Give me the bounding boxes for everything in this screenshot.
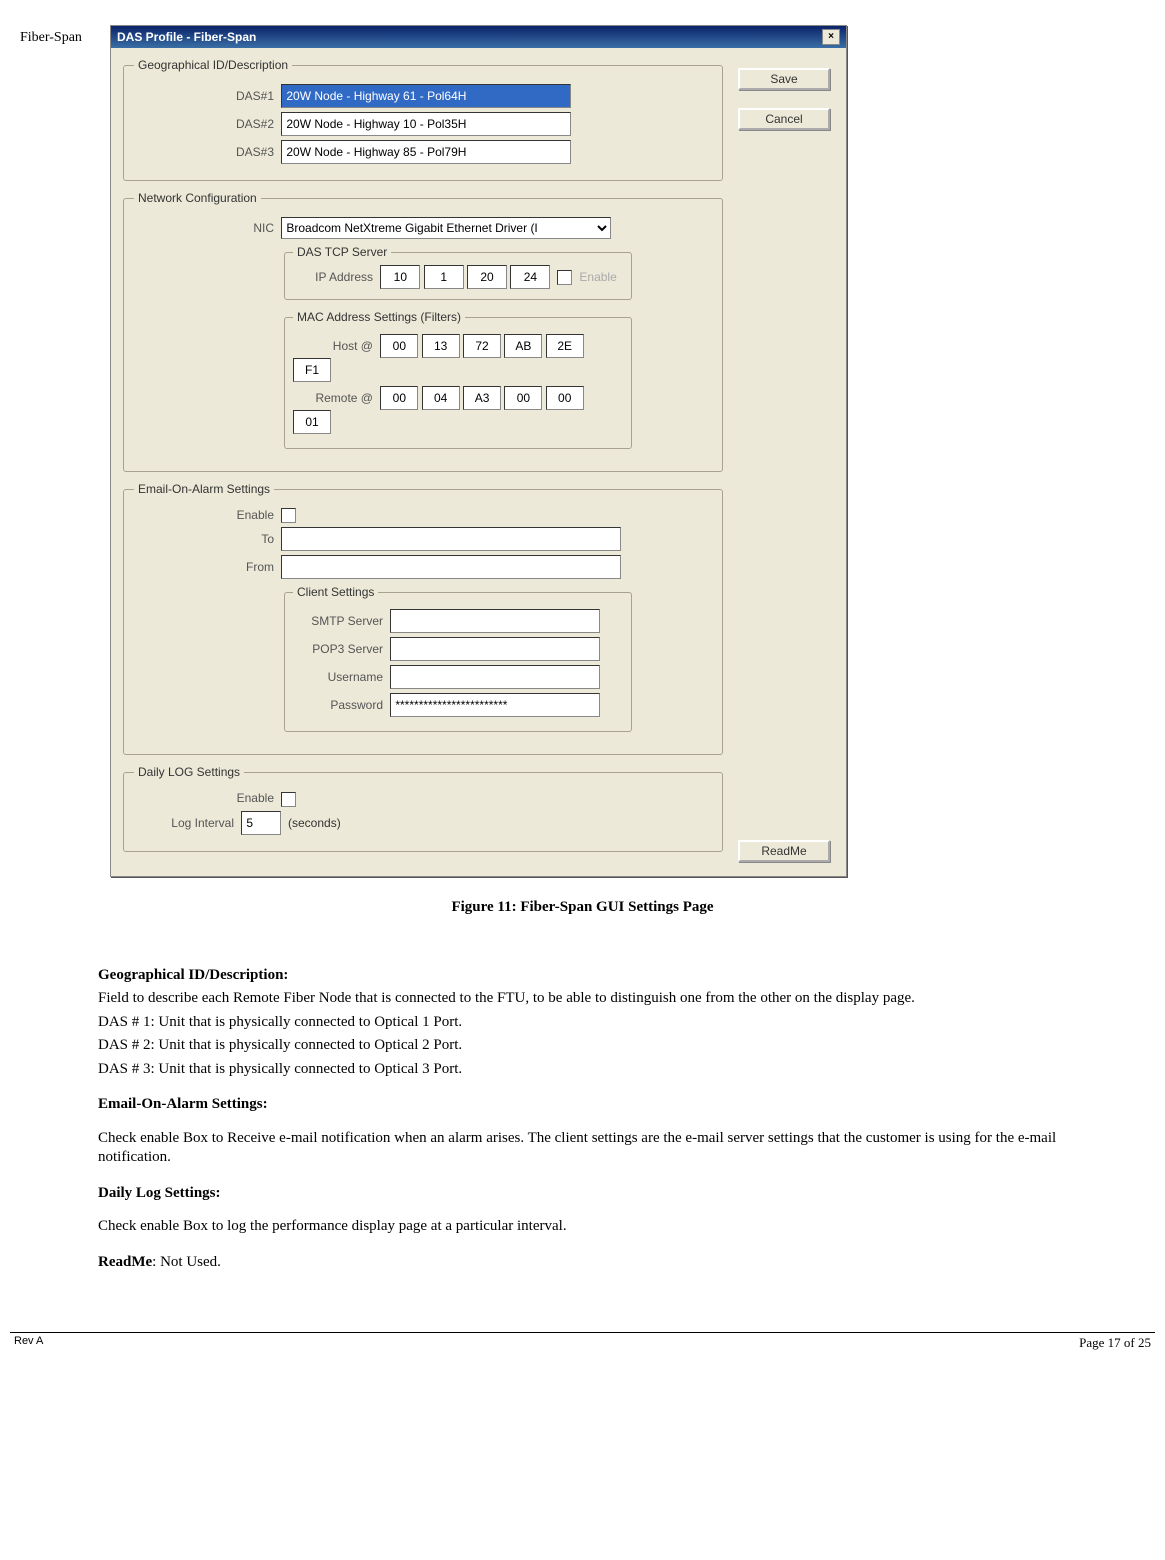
remote-3[interactable] (463, 386, 501, 410)
smtp-label: SMTP Server (293, 614, 383, 628)
doc-header-label: Fiber-Span (20, 30, 82, 46)
client-legend: Client Settings (293, 585, 378, 599)
interval-input[interactable] (241, 811, 281, 835)
pass-label: Password (293, 698, 383, 712)
from-label: From (134, 560, 274, 574)
ip-4[interactable] (510, 265, 550, 289)
user-input[interactable] (390, 665, 600, 689)
das2-label: DAS#2 (134, 117, 274, 131)
log-enable-checkbox[interactable] (281, 792, 296, 807)
tcp-enable-label: Enable (579, 270, 616, 284)
page-footer: Rev A Page 17 of 25 (10, 1332, 1155, 1353)
host-3[interactable] (463, 334, 501, 358)
geographical-fieldset: Geographical ID/Description DAS#1 DAS#2 … (123, 58, 723, 181)
tcp-enable-checkbox[interactable] (557, 270, 572, 285)
smtp-input[interactable] (390, 609, 600, 633)
remote-5[interactable] (546, 386, 584, 410)
host-1[interactable] (380, 334, 418, 358)
p-das3: DAS # 3: Unit that is physically connect… (98, 1060, 1125, 1080)
p-geo-desc: Field to describe each Remote Fiber Node… (98, 989, 1125, 1009)
host-label: Host @ (293, 339, 373, 353)
document-body: Geographical ID/Description: Field to de… (98, 966, 1125, 1273)
h-readme: ReadMe (98, 1254, 152, 1270)
p-email: Check enable Box to Receive e-mail notif… (98, 1129, 1125, 1168)
das3-input[interactable] (281, 140, 571, 164)
figure-caption: Figure 11: Fiber-Span GUI Settings Page (0, 899, 1165, 916)
footer-total: 25 (1138, 1335, 1151, 1350)
p-log: Check enable Box to log the performance … (98, 1217, 1125, 1237)
save-button[interactable]: Save (738, 68, 830, 90)
das3-label: DAS#3 (134, 145, 274, 159)
user-label: Username (293, 670, 383, 684)
dialog-title: DAS Profile - Fiber-Span (117, 30, 256, 44)
footer-of: of (1121, 1335, 1138, 1350)
interval-label: Log Interval (134, 816, 234, 830)
to-label: To (134, 532, 274, 546)
nic-label: NIC (134, 221, 274, 235)
h-geo: Geographical ID/Description: (98, 967, 288, 983)
log-fieldset: Daily LOG Settings Enable Log Interval (… (123, 765, 723, 851)
email-enable-checkbox[interactable] (281, 508, 296, 523)
email-legend: Email-On-Alarm Settings (134, 482, 274, 496)
ip-2[interactable] (424, 265, 464, 289)
remote-6[interactable] (293, 410, 331, 434)
network-fieldset: Network Configuration NIC Broadcom NetXt… (123, 191, 723, 472)
remote-1[interactable] (380, 386, 418, 410)
mac-legend: MAC Address Settings (Filters) (293, 310, 465, 324)
seconds-label: (seconds) (288, 816, 341, 830)
log-enable-label: Enable (134, 791, 274, 805)
log-legend: Daily LOG Settings (134, 765, 244, 779)
p-das2: DAS # 2: Unit that is physically connect… (98, 1036, 1125, 1056)
host-5[interactable] (546, 334, 584, 358)
net-legend: Network Configuration (134, 191, 261, 205)
remote-4[interactable] (504, 386, 542, 410)
from-input[interactable] (281, 555, 621, 579)
pop3-label: POP3 Server (293, 642, 383, 656)
ip-label: IP Address (293, 270, 373, 284)
readme-rest: : Not Used. (152, 1254, 221, 1270)
pass-input[interactable] (390, 693, 600, 717)
to-input[interactable] (281, 527, 621, 551)
footer-page-pre: Page (1079, 1335, 1108, 1350)
nic-select[interactable]: Broadcom NetXtreme Gigabit Ethernet Driv… (281, 217, 611, 239)
readme-button[interactable]: ReadMe (738, 840, 830, 862)
close-icon[interactable]: × (822, 29, 840, 45)
p-das1: DAS # 1: Unit that is physically connect… (98, 1013, 1125, 1033)
remote-label: Remote @ (293, 391, 373, 405)
h-log: Daily Log Settings: (98, 1185, 221, 1201)
footer-page-num: 17 (1108, 1335, 1121, 1350)
das1-input[interactable] (281, 84, 571, 108)
das1-label: DAS#1 (134, 89, 274, 103)
titlebar: DAS Profile - Fiber-Span × (111, 26, 846, 48)
footer-rev: Rev A (14, 1335, 43, 1351)
remote-2[interactable] (422, 386, 460, 410)
h-email: Email-On-Alarm Settings: (98, 1096, 268, 1112)
email-enable-label: Enable (134, 508, 274, 522)
ip-1[interactable] (380, 265, 420, 289)
tcp-legend: DAS TCP Server (293, 245, 391, 259)
cancel-button[interactable]: Cancel (738, 108, 830, 130)
host-6[interactable] (293, 358, 331, 382)
das2-input[interactable] (281, 112, 571, 136)
email-fieldset: Email-On-Alarm Settings Enable To From (123, 482, 723, 755)
host-2[interactable] (422, 334, 460, 358)
das-profile-dialog: DAS Profile - Fiber-Span × Save Cancel G… (110, 25, 847, 877)
host-4[interactable] (504, 334, 542, 358)
ip-3[interactable] (467, 265, 507, 289)
geo-legend: Geographical ID/Description (134, 58, 292, 72)
pop3-input[interactable] (390, 637, 600, 661)
